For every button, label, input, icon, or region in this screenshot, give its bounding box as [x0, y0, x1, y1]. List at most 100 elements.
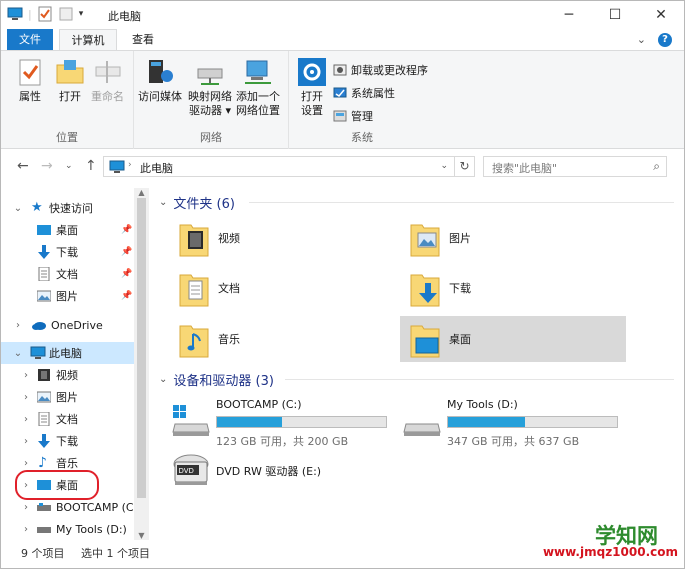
chevron-right-icon[interactable]: › [21, 392, 31, 403]
nav-pc-pictures[interactable]: › 图片 [1, 386, 134, 408]
minimize-button[interactable]: ─ [546, 1, 592, 29]
nav-quick-downloads[interactable]: 下载 📌 [1, 241, 134, 263]
pin-icon[interactable]: 📌 [121, 269, 132, 279]
scroll-down-icon[interactable]: ▼ [134, 531, 149, 540]
uninstall-icon [333, 63, 347, 77]
properties-button[interactable]: 属性 [15, 57, 45, 104]
map-network-drive-button[interactable]: 映射网络 驱动器 ▾ [188, 57, 232, 118]
folder-item-music[interactable]: 音乐 [169, 316, 395, 362]
nav-scrollbar[interactable]: ▲ ▼ [134, 188, 149, 540]
chevron-down-icon[interactable]: ⌄ [13, 348, 23, 359]
media-icon [145, 57, 175, 87]
drive-name: My Tools (D:) [447, 398, 518, 411]
chevron-down-icon[interactable]: ⌄ [159, 197, 167, 208]
nav-pc-drive-d[interactable]: › My Tools (D:) [1, 518, 134, 540]
expand-ribbon-icon[interactable]: ⌄ [637, 33, 646, 47]
content-pane: ⌄ 文件夹 (6) 视频 图片 文档 下载 音乐 桌面 ⌄ 设备和驱动器 (3)… [149, 182, 684, 540]
drives-header-text: 设备和驱动器 (3) [173, 374, 274, 389]
document-icon [38, 267, 50, 281]
star-icon: ★ [31, 200, 43, 215]
folder-item-downloads[interactable]: 下载 [400, 265, 626, 311]
uninstall-program-button[interactable]: 卸载或更改程序 [333, 62, 428, 78]
music-note-icon: ♪ [38, 455, 47, 471]
maximize-button[interactable]: ☐ [592, 1, 638, 29]
window-title: 此电脑 [108, 10, 141, 23]
nav-quick-access[interactable]: ⌄ ★ 快速访问 [1, 197, 134, 219]
chevron-right-icon[interactable]: › [13, 320, 23, 331]
folder-name: 下载 [449, 282, 471, 295]
scroll-thumb[interactable] [137, 198, 146, 498]
nav-this-pc[interactable]: ⌄ 此电脑 [1, 342, 134, 364]
pin-icon[interactable]: 📌 [121, 225, 132, 235]
nav-label: 图片 [56, 290, 78, 303]
recent-dropdown-icon[interactable]: ⌄ [65, 161, 73, 171]
drive-usage-bar [216, 416, 387, 428]
drive-name: DVD RW 驱动器 (E:) [216, 465, 322, 478]
back-arrow-icon[interactable]: ← [17, 158, 29, 174]
new-folder-icon[interactable] [58, 6, 74, 22]
pin-icon[interactable]: 📌 [121, 247, 132, 257]
tab-file[interactable]: 文件 [7, 29, 53, 51]
access-media-button[interactable]: 访问媒体 [138, 57, 182, 104]
chevron-right-icon[interactable]: › [21, 458, 31, 469]
scroll-up-icon[interactable]: ▲ [134, 188, 149, 197]
help-icon[interactable]: ? [658, 33, 672, 47]
open-settings-button[interactable]: 打开 设置 [297, 57, 327, 118]
cloud-icon [32, 322, 46, 330]
drives-section-header[interactable]: ⌄ 设备和驱动器 (3) [159, 370, 274, 389]
address-dropdown-icon[interactable]: ⌄ [440, 161, 448, 171]
nav-quick-pictures[interactable]: 图片 📌 [1, 285, 134, 307]
chevron-right-icon[interactable]: › [21, 414, 31, 425]
manage-label: 管理 [351, 110, 373, 123]
rename-button[interactable]: 重命名 [91, 57, 124, 104]
chevron-down-icon[interactable]: ⌄ [159, 374, 167, 385]
group-network-label: 网络 [200, 131, 222, 144]
tab-view[interactable]: 查看 [123, 29, 163, 51]
system-properties-button[interactable]: 系统属性 [333, 85, 395, 101]
nav-pc-videos[interactable]: › 视频 [1, 364, 134, 386]
properties-check-icon[interactable] [37, 6, 53, 22]
folder-item-desktop[interactable]: 桌面 [400, 316, 626, 362]
folder-name: 桌面 [449, 333, 471, 346]
nav-quick-desktop[interactable]: 桌面 📌 [1, 219, 134, 241]
folders-header-text: 文件夹 (6) [173, 197, 235, 212]
search-box[interactable]: 搜索"此电脑" ⌕ [483, 156, 667, 177]
add-network-location-button[interactable]: 添加一个 网络位置 [236, 57, 280, 118]
map-drive-label-2: 驱动器 ▾ [188, 104, 232, 117]
tab-computer[interactable]: 计算机 [59, 29, 117, 51]
chevron-right-icon[interactable]: › [21, 370, 31, 381]
chevron-right-icon[interactable]: › [21, 502, 31, 513]
forward-arrow-icon[interactable]: → [41, 158, 53, 174]
address-bar[interactable]: › 此电脑 ⌄ [103, 156, 455, 177]
drive-item-c[interactable]: BOOTCAMP (C:) 123 GB 可用，共 200 GB [169, 394, 395, 448]
access-media-label: 访问媒体 [138, 90, 182, 103]
folders-section-header[interactable]: ⌄ 文件夹 (6) [159, 193, 235, 212]
chevron-down-icon[interactable]: ⌄ [13, 203, 23, 214]
title-bar: | ▾ 此电脑 ─ ☐ ✕ [1, 1, 684, 29]
download-arrow-icon [38, 434, 50, 448]
nav-onedrive[interactable]: › OneDrive [1, 314, 134, 336]
manage-button[interactable]: 管理 [333, 108, 373, 124]
close-button[interactable]: ✕ [638, 1, 684, 29]
nav-pc-documents[interactable]: › 文档 [1, 408, 134, 430]
open-button[interactable]: 打开 [55, 57, 85, 104]
folder-name: 文档 [218, 282, 240, 295]
nav-label: 图片 [56, 391, 78, 404]
breadcrumb-separator-icon[interactable]: › [128, 160, 132, 170]
nav-pc-downloads[interactable]: › 下载 [1, 430, 134, 452]
drive-item-d[interactable]: My Tools (D:) 347 GB 可用，共 637 GB [400, 394, 626, 448]
pin-icon[interactable]: 📌 [121, 291, 132, 301]
up-arrow-icon[interactable]: ↑ [85, 158, 97, 174]
drive-item-e[interactable]: DVD DVD RW 驱动器 (E:) [169, 452, 395, 506]
chevron-right-icon[interactable]: › [21, 436, 31, 447]
nav-quick-documents[interactable]: 文档 📌 [1, 263, 134, 285]
item-count: 9 个项目 [21, 547, 65, 560]
search-icon[interactable]: ⌕ [653, 159, 660, 174]
refresh-button[interactable]: ↻ [455, 156, 475, 177]
folder-item-videos[interactable]: 视频 [169, 215, 395, 261]
chevron-right-icon[interactable]: › [21, 524, 31, 535]
folder-item-pictures[interactable]: 图片 [400, 215, 626, 261]
group-system: 打开 设置 卸载或更改程序 系统属性 管理 系统 [289, 51, 435, 149]
folder-item-documents[interactable]: 文档 [169, 265, 395, 311]
customize-qat-icon[interactable]: ▾ [79, 9, 84, 19]
